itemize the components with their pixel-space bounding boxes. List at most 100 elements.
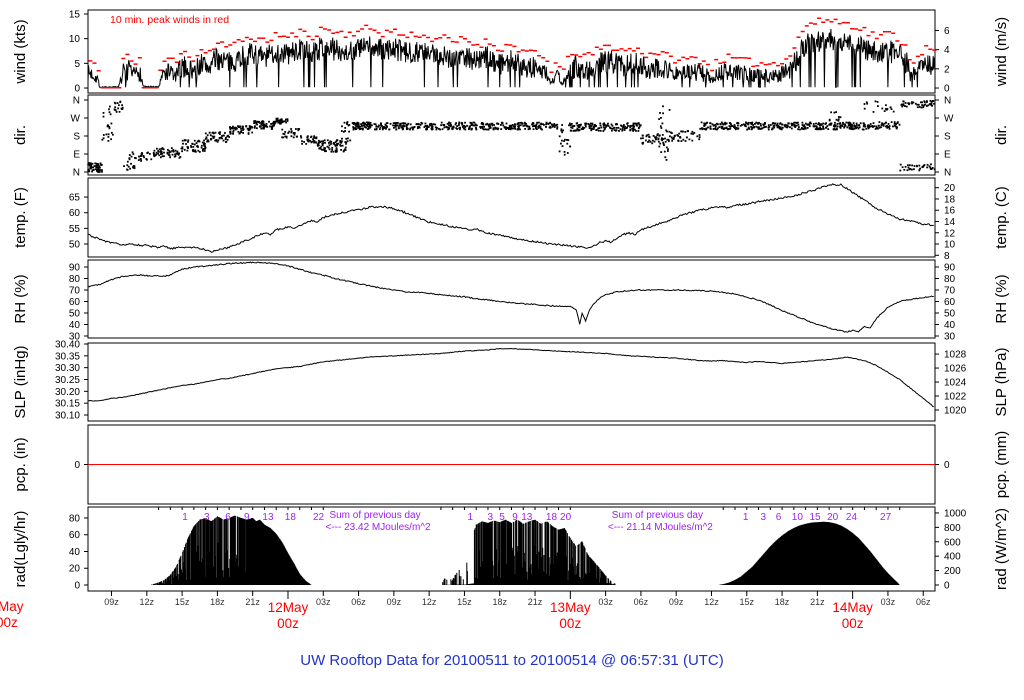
rad-cumulative-number: 9 (512, 512, 518, 523)
axis-tick-label: 200 (944, 566, 961, 577)
wind-direction-dot (684, 131, 687, 133)
wind-direction-dot (281, 120, 284, 123)
wind-direction-dot (901, 105, 904, 108)
wind-direction-dot (262, 126, 265, 129)
wind-direction-dot (582, 127, 585, 130)
wind-direction-dot (212, 137, 215, 139)
wind-direction-dot (667, 148, 669, 151)
wind-direction-dot (238, 132, 241, 135)
wind-speed-trace (87, 28, 936, 89)
wind-direction-dot (787, 125, 789, 128)
wind-direction-dot (378, 128, 381, 130)
wind-direction-dot (682, 130, 684, 133)
wind-direction-dot (99, 169, 101, 172)
axis-tick-label: 5 (74, 59, 80, 70)
wind-direction-dot (720, 127, 723, 130)
rad-cumulative-number: 1 (468, 512, 474, 523)
wind-direction-dot (313, 141, 315, 144)
wind-direction-dot (256, 123, 258, 126)
wind-direction-dot (658, 118, 660, 120)
wind-direction-dot (599, 122, 602, 125)
wind-direction-dot (549, 121, 552, 124)
wind-direction-dot (838, 116, 840, 118)
axis-tick-label: 30.35 (55, 351, 80, 362)
axis-tick-label: 30.30 (55, 363, 80, 374)
wind-direction-dot (698, 134, 701, 136)
wind-direction-dot (700, 121, 703, 124)
wind-direction-dot (232, 129, 235, 132)
wind-direction-dot (488, 127, 491, 130)
wind-direction-dot (281, 128, 284, 131)
wind-direction-dot (684, 140, 687, 142)
axis-tick-label: 8 (944, 251, 950, 262)
wind-direction-dot (360, 123, 362, 125)
wind-direction-dot (170, 147, 173, 149)
wind-direction-dot (762, 123, 765, 126)
wind-direction-dot (609, 127, 612, 130)
wind-direction-dot (439, 128, 441, 131)
wind-direction-dot (242, 132, 244, 134)
rad-cumulative-number: 13 (521, 512, 533, 523)
wind-direction-dot (347, 137, 349, 140)
wind-direction-dot (182, 142, 184, 145)
wind-direction-dot (899, 163, 902, 166)
wind-direction-dot (424, 122, 427, 125)
wind-direction-dot (285, 136, 288, 139)
rad-sum-annotation-line2: <--- 23.42 MJoules/m^2 (326, 522, 431, 533)
wind-direction-dot (933, 168, 936, 171)
wind-direction-dot (834, 125, 837, 128)
wind-direction-dot (747, 121, 750, 124)
wind-direction-dot (882, 123, 884, 126)
wind-direction-dot (459, 127, 461, 130)
wind-direction-dot (357, 122, 360, 124)
wind-direction-dot (799, 128, 801, 131)
wind-direction-dot (545, 123, 547, 125)
axis-tick-label: 600 (944, 537, 961, 548)
wind-direction-dot (247, 129, 250, 132)
wind-direction-dot (253, 126, 256, 129)
wind-direction-dot (141, 152, 144, 155)
wind-direction-dot (240, 127, 242, 130)
wind-direction-dot (449, 122, 452, 124)
wind-direction-dot (272, 123, 275, 126)
wind-direction-dot (671, 137, 674, 140)
wind-direction-dot (536, 121, 538, 124)
wind-direction-dot (806, 127, 809, 129)
wind-direction-dot (193, 139, 196, 142)
wind-direction-dot (296, 135, 298, 138)
wind-direction-dot (435, 128, 438, 131)
wind-direction-dot (876, 101, 879, 103)
time-tick-label: 21z (245, 597, 260, 607)
axis-tick-label: 30.25 (55, 375, 80, 386)
wind-direction-dot (131, 151, 134, 154)
wind-direction-dot (303, 141, 305, 143)
wind-direction-dot (315, 141, 318, 144)
rad-sum-annotation-line1: Sum of previous day (329, 510, 420, 521)
wind-direction-dot (272, 120, 275, 123)
wind-direction-dot (867, 127, 870, 130)
wind-direction-dot (344, 141, 347, 143)
wind-direction-dot (588, 124, 591, 126)
wind-direction-dot (759, 127, 761, 130)
wind-direction-dot (652, 135, 655, 137)
wind-direction-dot (334, 141, 337, 144)
wind-direction-dot (363, 124, 366, 127)
wind-direction-dot (493, 124, 495, 126)
wind-direction-dot (301, 142, 303, 145)
wind-direction-dot (779, 126, 782, 129)
wind-direction-dot (102, 137, 105, 140)
wind-direction-dot (880, 126, 882, 129)
wind-direction-dot (488, 123, 491, 126)
wind-direction-dot (87, 163, 90, 166)
day-label: 13May (550, 600, 591, 615)
wind-direction-dot (466, 124, 468, 127)
wind-direction-dot (269, 125, 271, 128)
wind-direction-dot (276, 119, 279, 122)
rad-cumulative-number: 3 (760, 512, 766, 523)
wind-direction-dot (528, 125, 531, 128)
wind-direction-dot (797, 128, 799, 131)
wind-direction-dot (208, 131, 211, 134)
wind-direction-dot (562, 129, 564, 132)
day-hour-label: 00z (559, 616, 581, 631)
wind-direction-dot (157, 152, 159, 155)
